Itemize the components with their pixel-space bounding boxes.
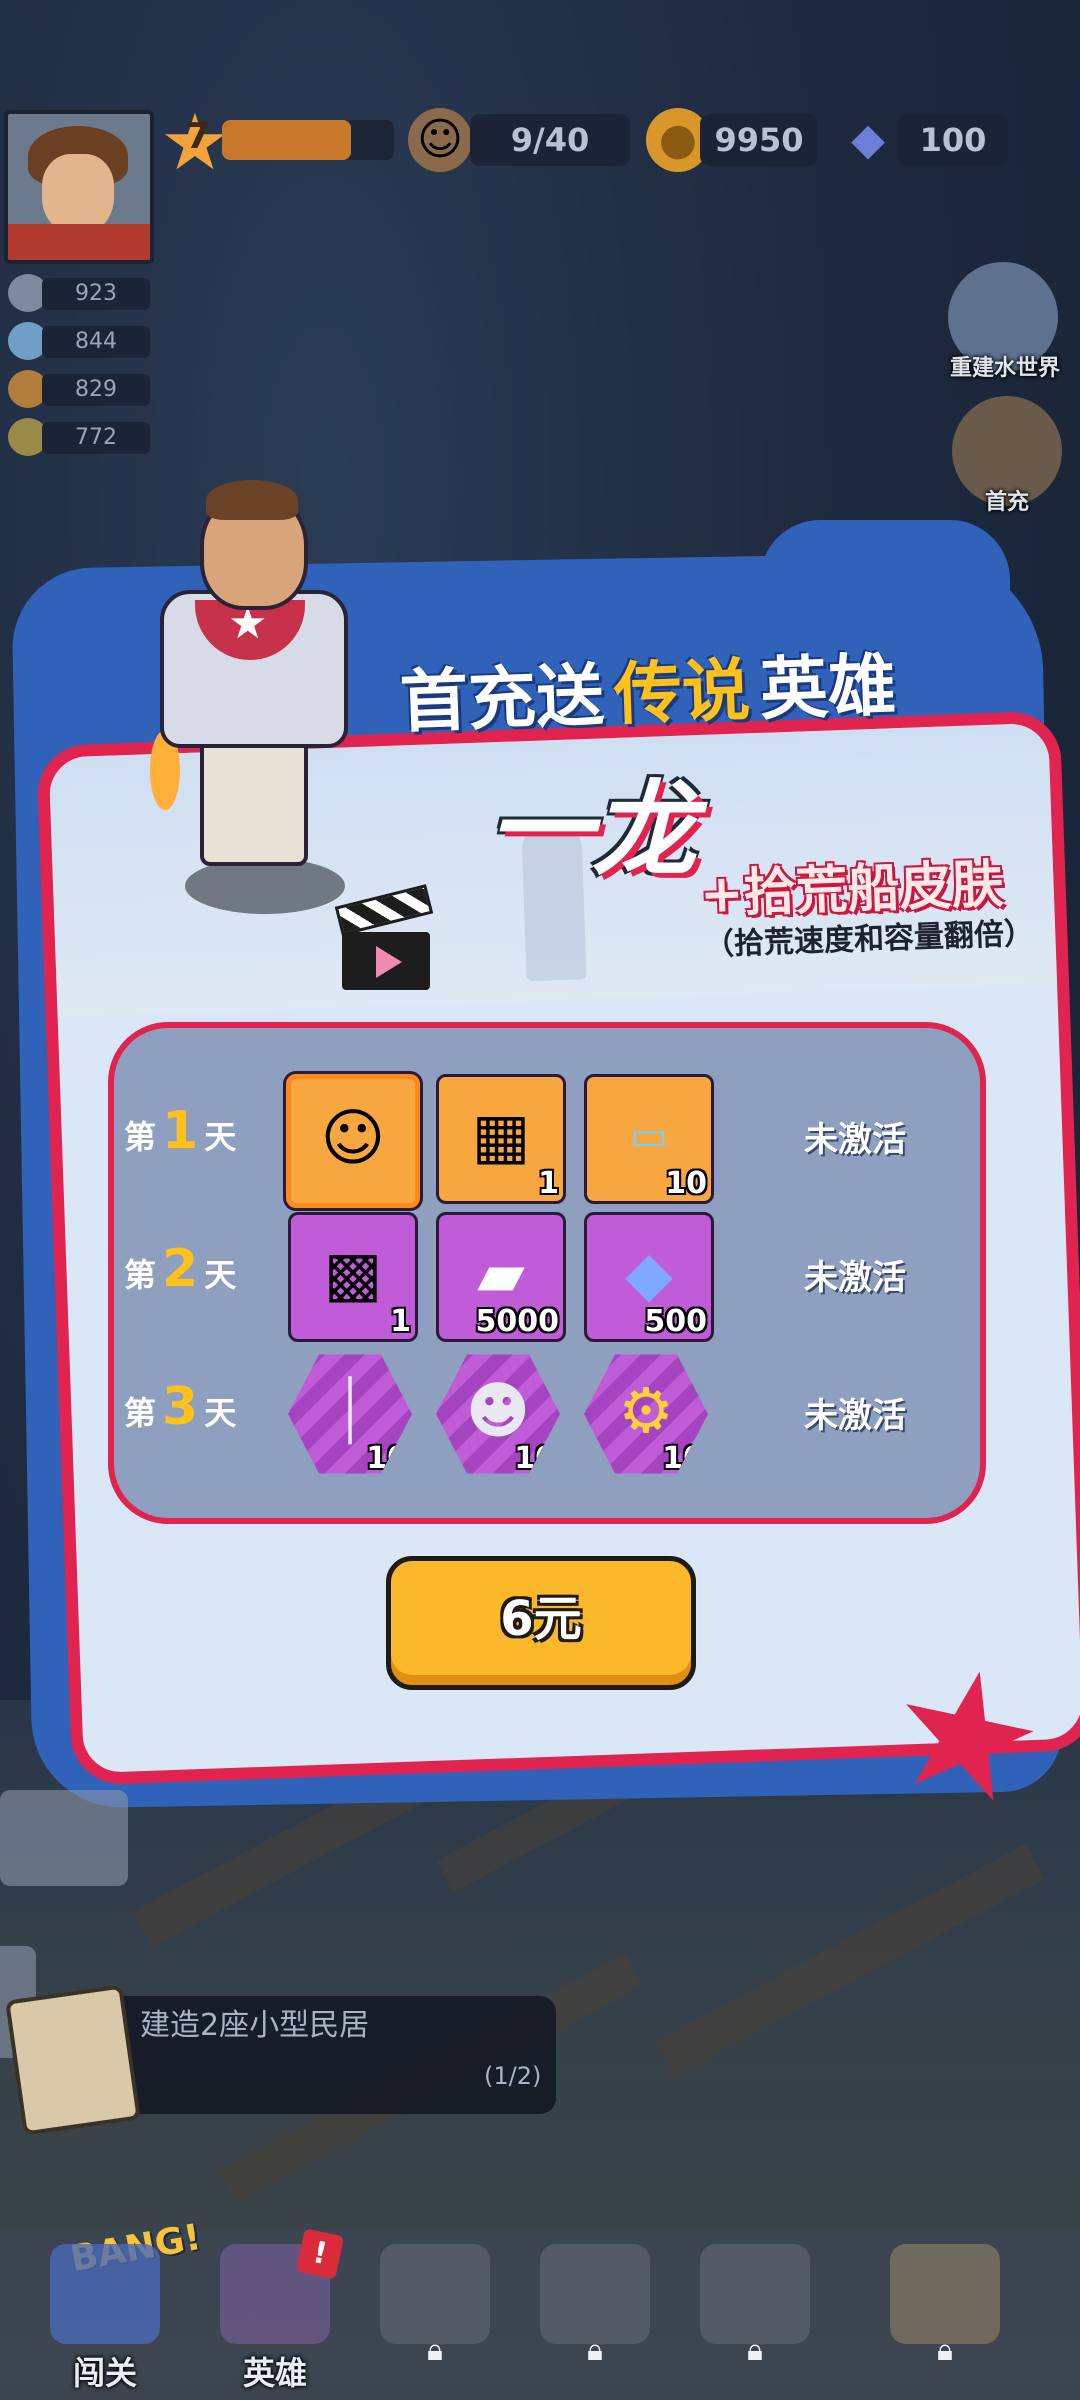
day-2-status: 未激活 — [804, 1258, 906, 1298]
crown-nav-icon — [540, 2244, 650, 2344]
population-counter: 9/40 — [470, 114, 630, 166]
diamond-icon: ◆ — [851, 114, 885, 165]
reward-roth-card[interactable]: ▭ 10 — [584, 1074, 714, 1204]
nav-locked-alliance[interactable]: 🔒︎ — [680, 2236, 830, 2396]
title-hero: 英雄 — [758, 646, 898, 731]
diamond-counter: 100 — [898, 114, 1008, 166]
day-3-label: 第3天 — [124, 1377, 237, 1437]
player-level: 7 — [185, 116, 211, 157]
first-charge-label: 首充 — [984, 490, 1029, 515]
resource-leaf: 772 — [8, 418, 150, 456]
coin-counter: 9950 — [700, 114, 818, 166]
reward-diamonds[interactable]: ◆ 500 — [584, 1212, 714, 1342]
reward-hero-portrait[interactable]: ☺ — [286, 1074, 420, 1208]
day-1-status: 未激活 — [804, 1120, 906, 1160]
video-preview-icon[interactable] — [334, 884, 434, 990]
handshake-nav-icon — [700, 2244, 810, 2344]
day-2-label: 第2天 — [124, 1239, 237, 1299]
lock-icon: 🔒︎ — [587, 2333, 603, 2368]
quest-progress: (1/2) — [484, 2062, 542, 2090]
quest-clipboard-icon — [5, 1984, 141, 2136]
hero-character-art: ★ — [110, 480, 410, 940]
lock-icon: 🔒︎ — [937, 2333, 953, 2368]
player-avatar[interactable] — [4, 110, 154, 264]
nav-locked-crown[interactable]: 🔒︎ — [520, 2236, 670, 2396]
popup-splash-decoration — [760, 520, 1010, 630]
xp-progress-bar — [222, 120, 394, 160]
villager-icon: ☺ — [408, 108, 472, 172]
xp-progress-fill — [222, 120, 351, 160]
lock-icon: 🔒︎ — [747, 2333, 763, 2368]
title-first-charge: 首充送 — [398, 656, 606, 743]
hero-name: 一龙 — [488, 769, 697, 891]
resource-wood: 829 — [8, 370, 150, 408]
map-nav-icon — [890, 2244, 1000, 2344]
side-panel-card[interactable] — [0, 1790, 128, 1886]
day-3-status: 未激活 — [804, 1396, 906, 1436]
reward-exp-card[interactable]: ▰ 5000 — [436, 1212, 566, 1342]
reward-supply-crates[interactable]: ▩ 1 — [288, 1212, 418, 1342]
popup-title: 首充送 传说 英雄 — [399, 641, 898, 748]
nav-locked-build[interactable]: 🔒︎ — [360, 2236, 510, 2396]
reward-tile-bundle[interactable]: ▦ 1 — [436, 1074, 566, 1204]
lock-icon: 🔒︎ — [427, 2333, 443, 2368]
title-legendary: 传说 — [612, 651, 752, 736]
purchase-button[interactable]: 6元 — [386, 1556, 696, 1690]
building-nav-icon — [380, 2244, 490, 2344]
nav-battle[interactable]: 闯关 — [30, 2236, 180, 2396]
day-1-label: 第1天 — [124, 1101, 237, 1161]
resource-water: 844 — [8, 322, 150, 360]
resource-fish: 923 — [8, 274, 150, 312]
nav-locked-map[interactable]: 🔒︎ — [870, 2236, 1020, 2396]
quest-title: 建造2座小型民居 — [140, 2008, 370, 2043]
hero-portrait-icon: ☺ — [320, 1101, 386, 1174]
ship-icon — [50, 2244, 160, 2344]
rebuild-world-label: 重建水世界 — [949, 356, 1060, 381]
